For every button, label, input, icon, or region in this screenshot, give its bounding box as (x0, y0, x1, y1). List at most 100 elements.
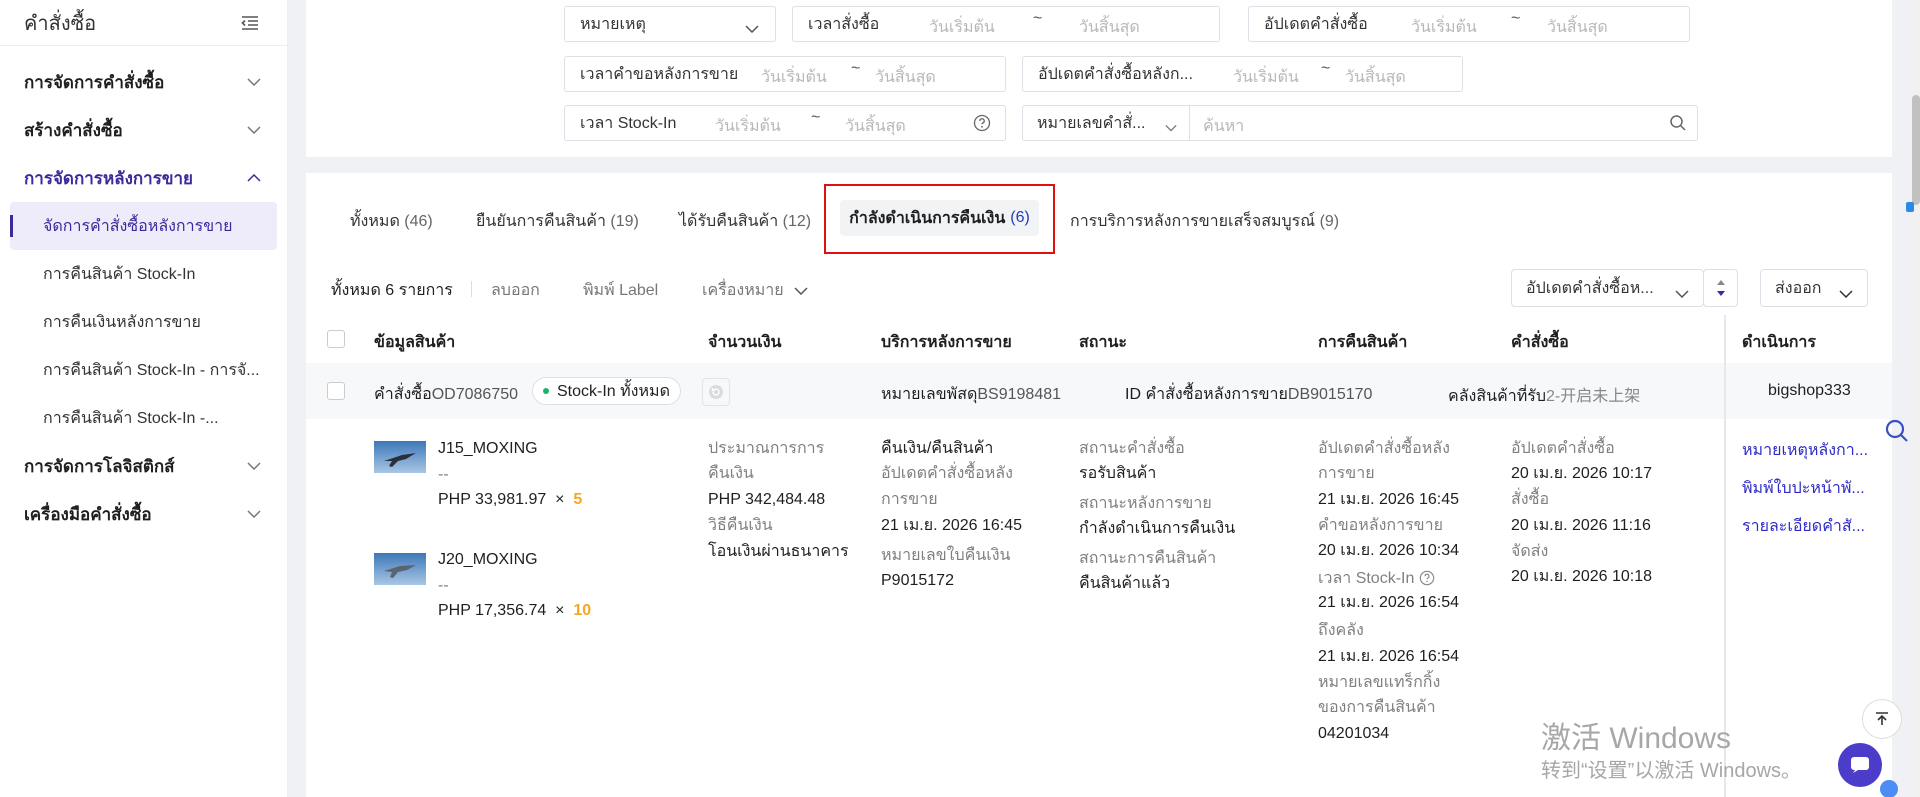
sidebar-item-aftersale-orders[interactable]: จัดการคำสั่งซื้อหลังการขาย (10, 202, 277, 250)
ordered-time: 20 เม.ย. 2026 11:16 (1511, 517, 1651, 534)
sort-select[interactable]: อัปเดตคำสั่งซื้อห... (1511, 269, 1704, 307)
warehouse-prefix: คลังสินค้าที่รับ (1448, 388, 1547, 405)
refresh-icon[interactable] (702, 378, 730, 406)
column-header-product: ข้อมูลสินค้า (374, 334, 456, 351)
ordered-label: สั่งซื้อ (1511, 491, 1550, 508)
order-time-range[interactable]: เวลาสั่งซื้อ วันเริ่มต้น ~ วันสิ้นสุด (792, 6, 1220, 42)
order-no[interactable]: OD7086750 (432, 386, 518, 403)
sidebar-group-label: สร้างคำสั่งซื้อ (24, 120, 123, 140)
order-prefix: คำสั่งซื้อ (374, 386, 432, 403)
aftersale-prefix: ID คำสั่งซื้อหลังการขาย (1125, 386, 1288, 403)
tab-all[interactable]: ทั้งหมด (46) (350, 209, 433, 234)
start-date-input[interactable]: วันเริ่มต้น (715, 114, 781, 139)
tracking-prefix: หมายเลขพัสดุ (881, 386, 978, 403)
aftersale-remark-link[interactable]: หมายเหตุหลังกา... (1742, 441, 1868, 461)
tab-completed[interactable]: การบริการหลังการขายเสร็จสมบูรณ์ (9) (1070, 209, 1339, 234)
end-date-input[interactable]: วันสิ้นสุด (875, 65, 936, 90)
return-tracking-no: 04201034 (1318, 725, 1390, 742)
print-label-link[interactable]: พิมพ์ใบปะหน้าพั... (1742, 479, 1865, 499)
divider (471, 281, 472, 297)
reason-select[interactable]: หมายเหตุ (564, 6, 776, 42)
order-detail-link[interactable]: รายละเอียดคำสั... (1742, 517, 1865, 537)
marker-dropdown[interactable]: เครื่องหมาย (702, 278, 808, 303)
aftersale-status: กำลังดำเนินการคืนเงิน (1079, 520, 1236, 537)
product-thumbnail[interactable] (374, 441, 426, 473)
help-icon[interactable] (1419, 570, 1435, 590)
sidebar-item-stockin-manage[interactable]: การคืนสินค้า Stock-In - การจั... (10, 346, 277, 394)
order-update-range[interactable]: อัปเดตคำสั่งซื้อ วันเริ่มต้น ~ วันสิ้นสุ… (1248, 6, 1690, 42)
product-thumbnail[interactable] (374, 553, 426, 585)
start-date-input[interactable]: วันเริ่มต้น (1411, 15, 1477, 40)
tab-count: (12) (782, 213, 812, 230)
end-date-input[interactable]: วันสิ้นสุด (1079, 15, 1140, 40)
end-date-input[interactable]: วันสิ้นสุด (1345, 65, 1406, 90)
search-icon[interactable] (1884, 418, 1910, 449)
sidebar-title: คำสั่งซื้อ (24, 12, 97, 35)
chevron-down-icon (1839, 285, 1853, 303)
chat-icon[interactable] (1838, 743, 1882, 787)
tab-count: (9) (1319, 213, 1340, 230)
search-input[interactable]: ค้นหา (1203, 114, 1244, 139)
service-update-time: 21 เม.ย. 2026 16:45 (881, 517, 1023, 534)
filter-panel: หมายเหตุ เวลาสั่งซื้อ วันเริ่มต้น ~ วันส… (306, 0, 1892, 157)
tab-received-return[interactable]: ได้รับคืนสินค้า (12) (679, 209, 811, 234)
aftersale-status-label: สถานะหลังการขาย (1079, 495, 1212, 512)
tracking-no[interactable]: BS9198481 (977, 386, 1061, 403)
warehouse-name: 2-开启未上架 (1546, 388, 1641, 405)
smile-icon[interactable] (1880, 780, 1898, 797)
stockin-time-label: เวลา Stock-In (580, 114, 677, 132)
back-to-top-icon[interactable] (1862, 699, 1902, 739)
sidebar-item-stockin-other[interactable]: การคืนสินค้า Stock-In -... (10, 394, 277, 442)
chevron-down-icon (1675, 285, 1689, 303)
sidebar-group-aftersale[interactable]: การจัดการหลังการขาย (0, 154, 287, 202)
start-date-input[interactable]: วันเริ่มต้น (1233, 65, 1299, 90)
ship-time: 20 เม.ย. 2026 10:18 (1511, 568, 1653, 585)
start-date-input[interactable]: วันเริ่มต้น (761, 65, 827, 90)
search-type-select[interactable]: หมายเลขคำสั่... (1023, 106, 1190, 140)
chevron-down-icon (745, 20, 759, 38)
highlight-box (824, 184, 1055, 254)
end-date-input[interactable]: วันสิ้นสุด (845, 114, 906, 139)
search-icon[interactable] (1669, 114, 1687, 137)
help-icon[interactable] (973, 114, 991, 137)
sidebar-item-stockin-return[interactable]: การคืนสินค้า Stock-In (10, 250, 277, 298)
collapse-menu-icon[interactable] (241, 13, 261, 33)
times-icon: × (555, 491, 565, 508)
return-update-label-2: การขาย (1318, 465, 1375, 482)
order-update-label: อัปเดตคำสั่งซื้อ (1264, 15, 1368, 33)
aftersale-time-range[interactable]: เวลาคำขอหลังการขาย วันเริ่มต้น ~ วันสิ้น… (564, 56, 1006, 92)
sort-order-toggle[interactable] (1703, 269, 1738, 307)
aftersale-no[interactable]: DB9015170 (1288, 386, 1373, 403)
select-all-checkbox[interactable] (327, 330, 345, 348)
sidebar-item-aftersale-refund[interactable]: การคืนเงินหลังการขาย (10, 298, 277, 346)
row-checkbox[interactable] (327, 382, 345, 400)
product-name: J20_MOXING (438, 551, 538, 568)
product-spec: -- (438, 466, 449, 483)
sidebar-item-label: การคืนสินค้า Stock-In - การจั... (43, 361, 260, 379)
end-date-input[interactable]: วันสิ้นสุด (1547, 15, 1608, 40)
order-row: คำสั่งซื้อOD7086750 Stock-In ทั้งหมด หมา… (306, 363, 1892, 419)
start-date-input[interactable]: วันเริ่มต้น (929, 15, 995, 40)
tracking-number: หมายเลขพัสดุBS9198481 (881, 382, 1061, 407)
delete-button[interactable]: ลบออก (491, 278, 540, 303)
order-update-label: อัปเดตคำสั่งซื้อ (1511, 440, 1615, 457)
marker-label: เครื่องหมาย (702, 282, 784, 299)
sidebar-group-order-tools[interactable]: เครื่องมือคำสั่งซื้อ (0, 490, 287, 538)
sidebar-group-order-management[interactable]: การจัดการคำสั่งซื้อ (0, 58, 287, 106)
stockin-time-range[interactable]: เวลา Stock-In วันเริ่มต้น ~ วันสิ้นสุด (564, 105, 1006, 141)
aftersale-update-range[interactable]: อัปเดตคำสั่งซื้อหลังก... วันเริ่มต้น ~ ว… (1022, 56, 1463, 92)
sidebar-group-create-order[interactable]: สร้างคำสั่งซื้อ (0, 106, 287, 154)
aftersale-time-label: เวลาคำขอหลังการขาย (580, 65, 739, 83)
export-button[interactable]: ส่งออก (1760, 269, 1868, 307)
print-label-button[interactable]: พิมพ์ Label (583, 278, 658, 303)
tab-count: (46) (404, 213, 433, 230)
scrollbar-thumb[interactable] (1912, 95, 1920, 205)
sidebar-group-logistics[interactable]: การจัดการโลจิสติกส์ (0, 442, 287, 490)
refund-estimate-label-2: คืนเงิน (708, 465, 754, 482)
refund-no-label: หมายเลขใบคืนเงิน (881, 547, 1011, 564)
status-dot (543, 388, 549, 394)
chevron-down-icon (794, 282, 808, 299)
tab-count: (19) (610, 213, 639, 230)
column-header-status: สถานะ (1079, 334, 1127, 351)
tab-confirm-return[interactable]: ยืนยันการคืนสินค้า (19) (476, 209, 639, 234)
